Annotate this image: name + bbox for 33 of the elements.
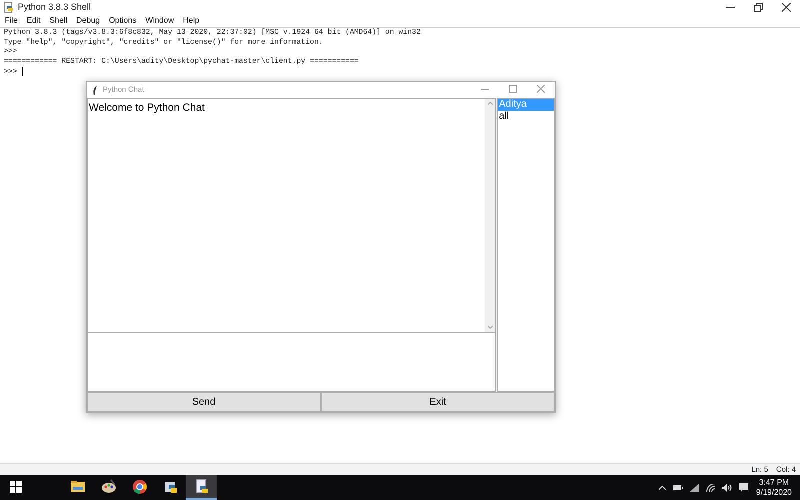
send-button[interactable]: Send — [87, 392, 321, 412]
network-icon[interactable] — [690, 484, 700, 492]
menu-item[interactable]: Edit — [26, 15, 41, 27]
folder-icon[interactable] — [70, 478, 86, 494]
close-icon[interactable] — [782, 2, 790, 12]
start-icon[interactable] — [10, 480, 22, 492]
speaker-icon[interactable] — [722, 484, 732, 492]
user-list-item[interactable]: all — [498, 111, 554, 123]
menu-item[interactable]: Debug — [76, 15, 100, 27]
menu-item[interactable]: Window — [146, 15, 174, 27]
feather-icon — [93, 86, 98, 94]
browser-icon[interactable] — [132, 478, 148, 494]
clock-date: 9/19/2020 — [756, 488, 792, 498]
menu-item[interactable]: File — [5, 15, 18, 27]
chevron-up-icon[interactable] — [659, 486, 666, 490]
notification-icon[interactable] — [739, 482, 750, 492]
window-title: Python 3.8.3 Shell — [18, 0, 92, 14]
menu-item[interactable]: Help — [183, 15, 200, 27]
menu-item[interactable]: Shell — [50, 15, 68, 27]
python-file-icon[interactable] — [194, 478, 210, 494]
menu-item[interactable]: Options — [109, 15, 137, 27]
message-input[interactable] — [87, 333, 496, 392]
minimize-icon[interactable] — [726, 6, 734, 8]
wifi-icon[interactable] — [706, 484, 716, 492]
text-cursor — [22, 67, 23, 76]
battery-icon[interactable] — [673, 484, 684, 490]
clock-time: 3:47 PM — [758, 478, 790, 488]
palette-icon[interactable] — [100, 478, 116, 494]
python-file-icon — [4, 2, 14, 13]
restore-icon[interactable] — [754, 2, 762, 12]
message-text: Welcome to Python Chat — [89, 101, 206, 116]
maximize-icon[interactable] — [509, 85, 517, 93]
exit-button[interactable]: Exit — [321, 392, 555, 412]
